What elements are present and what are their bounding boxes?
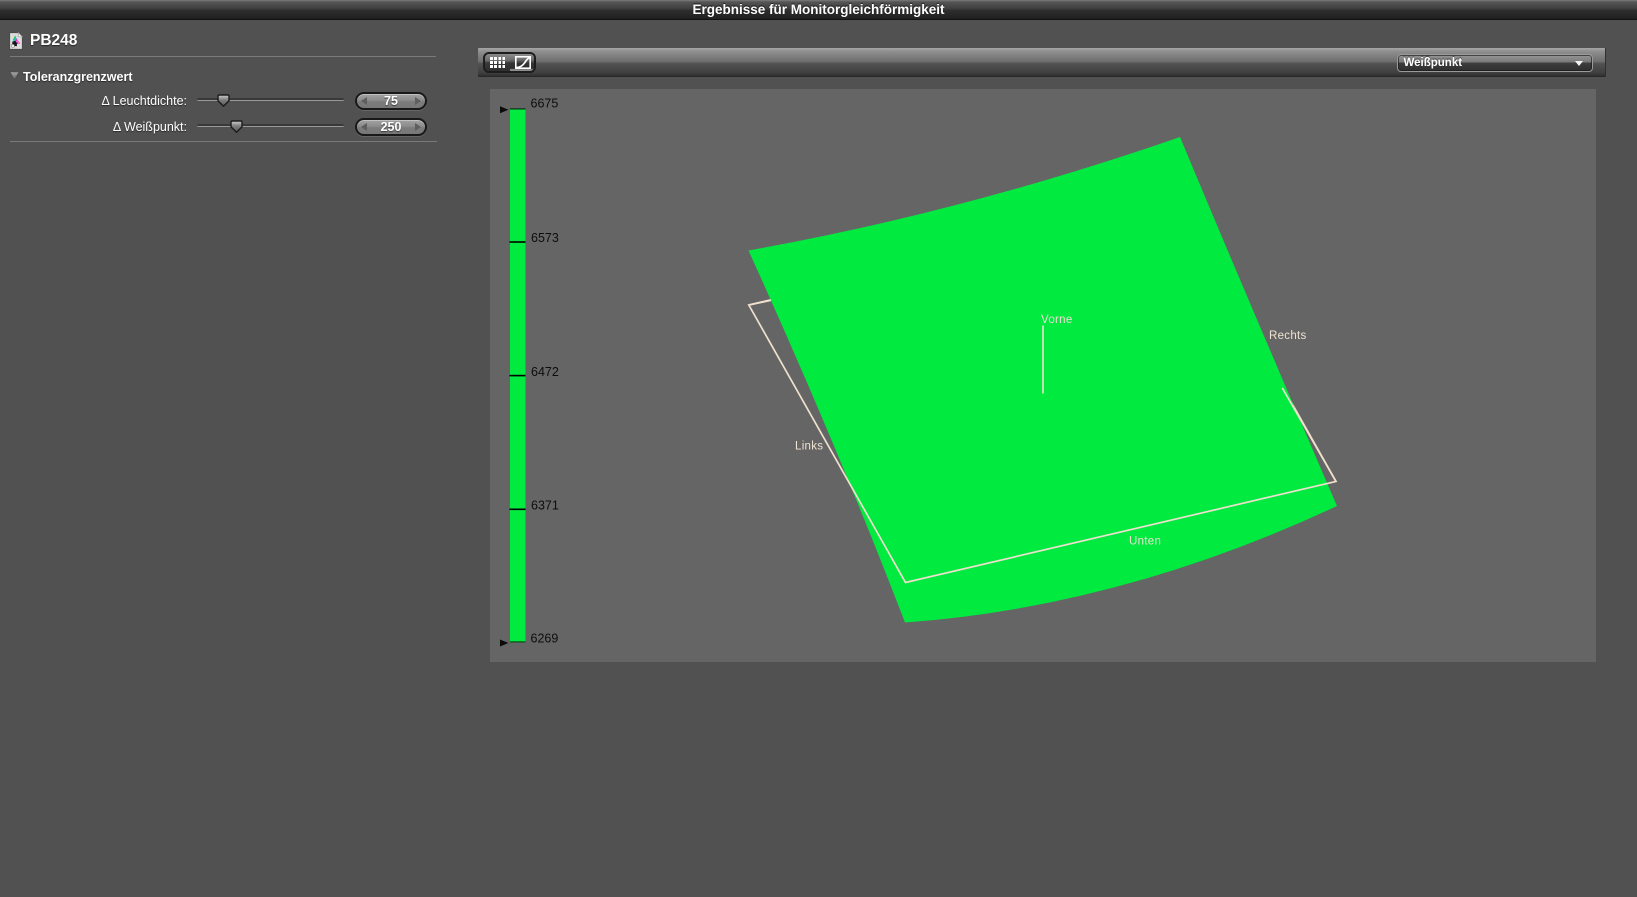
svg-text:6675: 6675 [531, 97, 559, 111]
svg-text:Vorne: Vorne [1041, 314, 1073, 326]
svg-text:Unten: Unten [1129, 536, 1161, 548]
svg-text:Links: Links [795, 441, 823, 453]
svg-text:Rechts: Rechts [1269, 330, 1307, 342]
svg-text:6371: 6371 [531, 499, 559, 513]
svg-text:6472: 6472 [531, 365, 559, 379]
svg-text:6269: 6269 [531, 632, 559, 646]
svg-text:6573: 6573 [531, 231, 559, 245]
